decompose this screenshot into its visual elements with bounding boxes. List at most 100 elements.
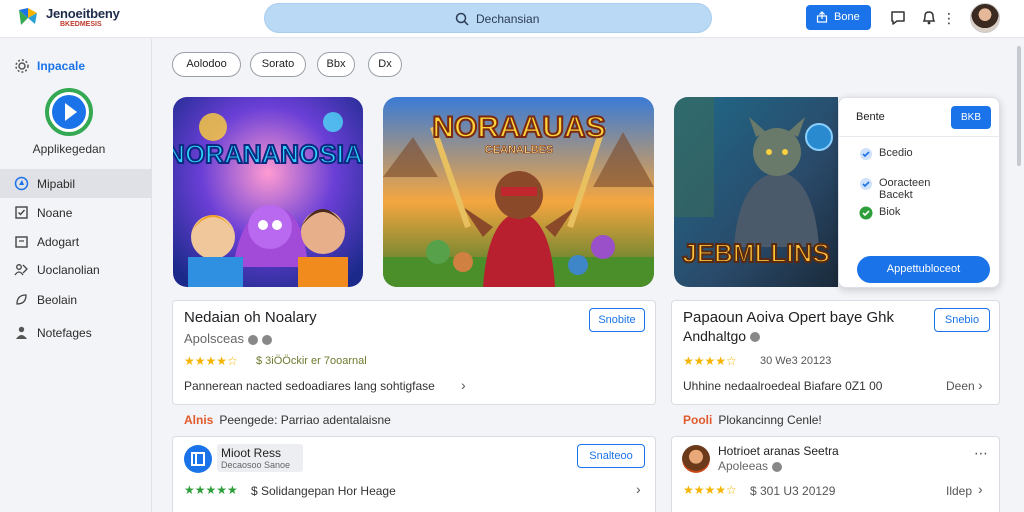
app-card-2[interactable]: Papaoun Aoiva Opert baye Ghk Andhaltgo S… xyxy=(671,300,1000,405)
sidebar-item-uoclanolian[interactable]: Uoclanolian xyxy=(0,255,152,284)
checkbox-icon xyxy=(15,206,28,219)
chevron-right-icon[interactable]: › xyxy=(978,481,983,497)
search-icon xyxy=(455,12,469,26)
banner-1-title: NORANANOSIAI xyxy=(173,139,363,169)
banner-2-title: NORAAUAS xyxy=(432,111,605,144)
sidebar-item-beolain[interactable]: Beolain xyxy=(0,285,152,314)
scrollbar[interactable] xyxy=(1016,40,1022,512)
banner-2-subtitle: CEANALBES xyxy=(485,144,553,156)
popup-small-button[interactable]: BKB xyxy=(951,106,991,129)
card-description: Pannerean nacted sedoadiares lang sohtig… xyxy=(184,379,435,393)
section-label-1: Alnis Peengede: Parriao adentalaisne xyxy=(184,413,391,427)
card-action-button[interactable]: Snebio xyxy=(934,308,990,332)
info-icon xyxy=(772,461,783,472)
share-icon xyxy=(816,11,828,23)
section-accent: Alnis xyxy=(184,413,214,427)
chat-icon[interactable] xyxy=(889,9,907,27)
blue-check-icon xyxy=(860,178,872,190)
sidebar-item-label: Adogart xyxy=(37,235,80,249)
filter-chip-aolodoo[interactable]: Aolodoo xyxy=(172,52,241,77)
app-card-1[interactable]: Nedaian oh Noalary Apolsceas Snobite ★★★… xyxy=(172,300,656,405)
card-action-button[interactable]: Snobite xyxy=(589,308,645,332)
sidebar-item-label: Mipabil xyxy=(37,177,76,191)
app-subtitle: BKEDMESIS xyxy=(60,21,102,28)
filter-chip-sorato[interactable]: Sorato xyxy=(250,52,306,77)
leaf-icon xyxy=(16,294,27,305)
share-button[interactable]: Bone xyxy=(806,5,871,30)
info-icon xyxy=(247,334,258,345)
scrollbar-thumb[interactable] xyxy=(1017,46,1021,166)
app-publisher-line: Apoleeas xyxy=(718,459,783,473)
card-title: Papaoun Aoiva Opert baye Ghk xyxy=(683,309,894,326)
blue-check-icon xyxy=(860,148,872,160)
card-title: Nedaian oh Noalary xyxy=(184,309,317,326)
card-meta: $ 3iÖÖckir er 7ooarnal xyxy=(256,355,367,367)
popup-option-label: Bcedio xyxy=(879,147,913,159)
sidebar-item-label: Beolain xyxy=(37,293,78,307)
card-meta: 30 We3 20123 xyxy=(760,355,832,367)
card-meta: $ Solidangepan Hor Heage xyxy=(251,484,396,498)
app-avatar xyxy=(682,445,710,473)
section-label-2: Pooli Plokancinng Cenle! xyxy=(683,413,822,427)
card-subtitle-text: Apolsceas xyxy=(184,331,244,346)
sidebar-heading-label: Inpacale xyxy=(37,59,86,73)
filter-chip-bbx[interactable]: Bbx xyxy=(317,52,355,77)
folder-icon xyxy=(15,236,28,248)
game-banner-3[interactable]: JEBMLLINS xyxy=(674,97,838,287)
popup-primary-button[interactable]: Appettubloceot xyxy=(857,256,990,283)
shield-icon xyxy=(261,334,272,345)
card-meta: $ 301 U3 20129 xyxy=(750,484,836,498)
app-icon xyxy=(184,445,212,473)
app-publisher: Apoleeas xyxy=(718,459,769,473)
card-title-line-2: Andhaltgo xyxy=(683,328,761,344)
section-accent: Pooli xyxy=(683,413,713,427)
filter-chip-dx[interactable]: Dx xyxy=(368,52,402,77)
sidebar-item-adogart[interactable]: Adogart xyxy=(0,227,152,256)
rating-stars: ★★★★★ xyxy=(184,483,238,497)
info-icon xyxy=(750,332,761,343)
chevron-right-icon[interactable]: › xyxy=(461,377,466,393)
more-icon[interactable]: ⋯ xyxy=(974,445,988,462)
app-card-3[interactable]: Mioot Ress Decaosoo Sanoe Snalteoo ★★★★★… xyxy=(172,436,656,512)
game-art-3: JEBMLLINS xyxy=(674,97,838,287)
bell-icon[interactable] xyxy=(920,8,938,26)
search-input[interactable]: Dechansian xyxy=(476,12,539,26)
rating-stars: ★★★★☆ xyxy=(184,354,238,368)
sidebar-item-mipabil[interactable]: Mipabil xyxy=(0,169,152,198)
sidebar-item-label: Notefages xyxy=(37,326,92,340)
sidebar-item-noane[interactable]: Noane xyxy=(0,198,152,227)
grid-icon xyxy=(14,176,29,191)
more-icon[interactable]: ⋮ xyxy=(942,9,956,27)
card-side-text[interactable]: Ildep xyxy=(946,484,972,498)
play-logo-icon xyxy=(45,88,93,136)
share-label: Bone xyxy=(834,11,860,23)
sidebar-item-notefages[interactable]: Notefages xyxy=(0,318,152,347)
popup-option-label: Ooracteen Bacekt xyxy=(879,177,931,201)
avatar[interactable] xyxy=(970,3,1000,33)
app-name: Mioot Ress xyxy=(221,446,282,460)
rating-stars: ★★★★☆ xyxy=(683,483,737,497)
game-art-1: NORANANOSIAI xyxy=(173,97,363,287)
sidebar-app-name: Applikegedan xyxy=(32,142,106,156)
chevron-right-icon[interactable]: › xyxy=(636,481,641,497)
game-art-2: NORAAUAS CEANALBES xyxy=(383,97,654,287)
card-subtitle: Apolsceas xyxy=(184,331,272,346)
popup-divider xyxy=(839,136,999,137)
game-banner-2[interactable]: NORAAUAS CEANALBES xyxy=(383,97,654,287)
app-card-4[interactable]: Hotrioet aranas Seetra Apoleeas ⋯ ★★★★☆ … xyxy=(671,436,1000,512)
chevron-right-icon[interactable]: › xyxy=(978,377,983,393)
top-bar: Jenoeitbeny BKEDMESIS Dechansian Bone ⋮ xyxy=(0,0,1024,38)
banner-3-title: JEBMLLINS xyxy=(682,238,829,268)
section-label-text: Peengede: Parriao adentalaisne xyxy=(219,413,391,427)
card-description: Uhhine nedaalroedeal Biafare 0Z1 00 xyxy=(683,379,883,393)
popup-title: Bente xyxy=(856,111,885,123)
section-label-text: Plokancinng Cenle! xyxy=(718,413,822,427)
game-banner-1[interactable]: NORANANOSIAI xyxy=(173,97,363,287)
card-title-2-text: Andhaltgo xyxy=(683,328,747,344)
app-name: Hotrioet aranas Seetra xyxy=(718,444,839,458)
search-bar[interactable]: Dechansian xyxy=(264,3,712,33)
app-logo-icon xyxy=(19,8,37,25)
sidebar: Inpacale Applikegedan Mipabil Noane Adog… xyxy=(0,39,152,512)
card-action-button[interactable]: Snalteoo xyxy=(577,444,645,468)
card-side-text[interactable]: Deen xyxy=(946,379,975,393)
